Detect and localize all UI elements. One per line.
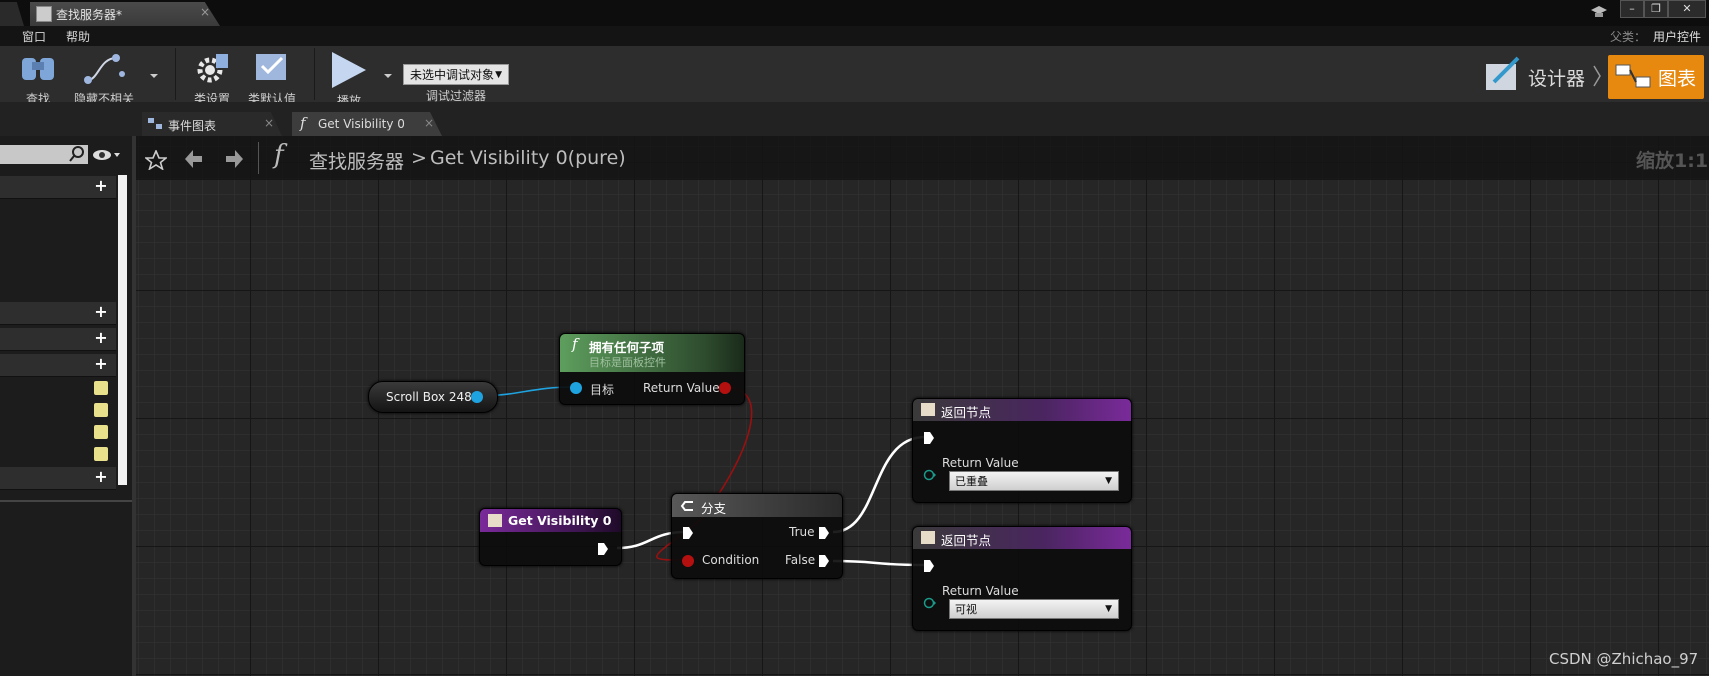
return-icon <box>921 403 935 416</box>
return-value-label: Return Value <box>942 584 1019 598</box>
target-pin-label: 目标 <box>590 383 615 397</box>
node-title: Get Visibility 0 <box>508 513 612 528</box>
select-arrow-icon: ▼ <box>1105 604 1112 614</box>
object-output-pin[interactable] <box>471 391 483 403</box>
node-header <box>672 494 842 517</box>
target-input-pin[interactable] <box>570 382 582 394</box>
return-value-selected: 已重叠 <box>955 475 988 488</box>
function-entry-icon <box>488 514 502 527</box>
select-arrow-icon: ▼ <box>1105 476 1112 486</box>
condition-input-pin[interactable] <box>682 555 694 567</box>
return-value-label: Return Value <box>942 456 1019 470</box>
enum-input-pin[interactable] <box>923 469 937 481</box>
return-value-select[interactable]: 可视 ▼ <box>949 599 1119 619</box>
function-entry-node[interactable]: Get Visibility 0 <box>479 508 622 566</box>
false-pin-label: False <box>785 553 816 567</box>
scroll-box-variable-node[interactable]: Scroll Box 248 <box>368 381 498 413</box>
branch-icon <box>680 501 693 511</box>
exec-false-output-pin[interactable] <box>818 554 830 568</box>
exec-input-pin[interactable] <box>682 526 694 540</box>
scroll-box-label: Scroll Box 248 <box>386 390 472 404</box>
node-title: 返回节点 <box>941 405 992 420</box>
watermark: CSDN @Zhichao_97 <box>1549 650 1699 668</box>
exec-input-pin[interactable] <box>923 559 935 573</box>
return-node[interactable]: 返回节点 Return Value 可视 ▼ <box>912 526 1132 631</box>
node-title: 分支 <box>701 501 727 516</box>
exec-output-pin[interactable] <box>597 542 609 556</box>
enum-input-pin[interactable] <box>923 597 937 609</box>
return-pin-label: Return Value <box>643 381 720 395</box>
return-node[interactable]: 返回节点 Return Value 已重叠 ▼ <box>912 398 1132 503</box>
has-any-children-node[interactable]: f 拥有任何子项 目标是面板控件 目标 Return Value <box>559 333 745 405</box>
exec-input-pin[interactable] <box>923 431 935 445</box>
graph-wires <box>475 386 926 567</box>
bool-output-pin[interactable] <box>719 382 731 394</box>
node-subtitle: 目标是面板控件 <box>589 356 666 369</box>
return-icon <box>921 531 935 544</box>
branch-node[interactable]: 分支 Condition True False <box>671 493 843 579</box>
return-value-selected: 可视 <box>955 603 977 616</box>
node-title: 返回节点 <box>941 533 992 548</box>
function-icon: f <box>572 335 578 353</box>
true-pin-label: True <box>789 525 815 539</box>
exec-true-output-pin[interactable] <box>818 526 830 540</box>
condition-pin-label: Condition <box>702 553 760 567</box>
return-value-select[interactable]: 已重叠 ▼ <box>949 471 1119 491</box>
